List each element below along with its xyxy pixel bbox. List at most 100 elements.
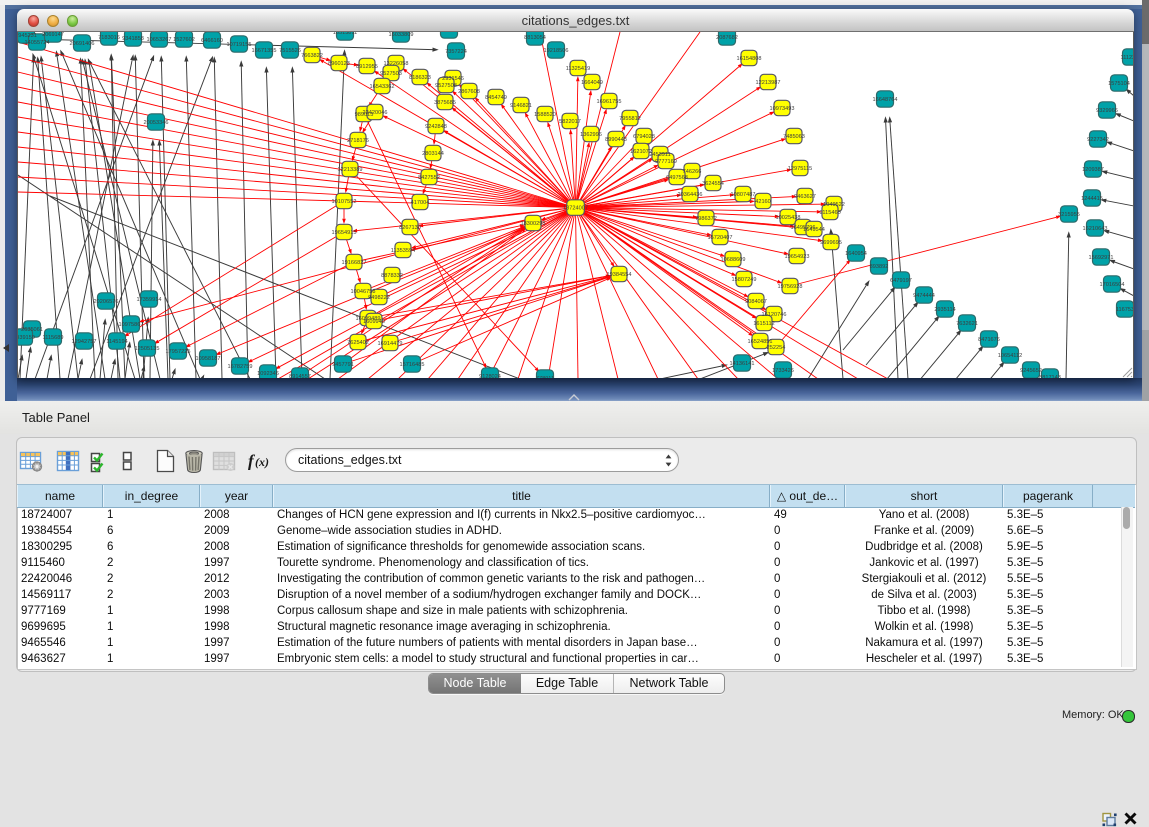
svg-text:19654915: 19654915 [332,230,357,236]
svg-text:20691406: 20691406 [70,41,95,47]
svg-text:1362996: 1362996 [580,132,602,138]
svg-text:893892: 893892 [870,264,889,270]
svg-text:15692971: 15692971 [1089,255,1114,261]
svg-text:16648764: 16648764 [873,97,898,103]
svg-text:12213389: 12213389 [338,167,363,173]
svg-text:1733426: 1733426 [772,368,794,374]
svg-text:17016504: 17016504 [1100,282,1125,288]
svg-text:2867608: 2867608 [458,89,480,95]
svg-text:8267130: 8267130 [399,225,421,231]
svg-text:16543362: 16543362 [370,84,395,90]
svg-text:8427552: 8427552 [418,175,440,181]
svg-text:2069147: 2069147 [42,32,64,38]
svg-text:20364436: 20364436 [678,192,703,198]
svg-text:1939159: 1939159 [18,335,35,341]
svg-text:22420046: 22420046 [363,110,388,116]
svg-text:8945231: 8945231 [18,33,37,39]
svg-text:15807249: 15807249 [732,277,757,283]
svg-text:1244415: 1244415 [1081,196,1103,202]
svg-text:3624554: 3624554 [702,181,724,187]
svg-text:9242848: 9242848 [425,124,447,130]
svg-text:6466160: 6466160 [201,38,223,44]
svg-text:1649544: 1649544 [803,227,825,233]
svg-text:9341858: 9341858 [122,36,144,42]
svg-text:9115460: 9115460 [819,210,840,216]
svg-text:1615112: 1615112 [753,321,774,327]
svg-text:16120746: 16120746 [762,312,787,318]
svg-text:2931546: 2931546 [442,76,464,82]
svg-text:19654923: 19654923 [785,254,810,260]
svg-text:1609948: 1609948 [363,319,385,325]
svg-text:16513811: 16513811 [333,32,357,36]
svg-text:9474444: 9474444 [913,293,935,299]
svg-text:9463627: 9463627 [794,194,816,200]
svg-text:12942757: 12942757 [72,339,97,345]
svg-text:9527508: 9527508 [435,83,457,89]
svg-text:9128024: 9128024 [479,374,501,378]
svg-text:18300295: 18300295 [521,221,546,227]
svg-text:5822017: 5822017 [559,119,581,125]
svg-text:12213987: 12213987 [756,80,781,86]
svg-text:2935114: 2935114 [934,307,955,313]
svg-text:9227342: 9227342 [1087,137,1109,143]
svg-text:16154808: 16154808 [737,56,762,62]
svg-text:9527503: 9527503 [380,71,402,77]
svg-text:10653267: 10653267 [147,37,172,43]
svg-text:7625402: 7625402 [347,340,369,346]
svg-text:6479197: 6479197 [890,278,912,284]
svg-text:10975867: 10975867 [119,322,144,328]
svg-text:19756928: 19756928 [778,284,803,290]
svg-text:20206576: 20206576 [94,299,119,305]
svg-text:10688609: 10688609 [721,257,746,263]
svg-text:19166827: 19166827 [342,260,367,266]
svg-text:15720407: 15720407 [708,235,733,241]
svg-text:7183016: 7183016 [98,35,120,41]
svg-text:11325419: 11325419 [566,66,590,72]
svg-text:3875685: 3875685 [434,100,456,106]
svg-text:7663822: 7663822 [301,53,323,59]
svg-text:10025438: 10025438 [776,215,801,221]
svg-text:9245652: 9245652 [1020,368,1042,374]
svg-text:10958187: 10958187 [196,356,221,362]
svg-text:1092346: 1092346 [257,371,279,377]
svg-text:8960123: 8960123 [328,61,350,67]
svg-text:8813054: 8813054 [524,35,546,41]
svg-text:8990443: 8990443 [605,137,627,143]
svg-text:15716485: 15716485 [400,362,425,368]
svg-text:1209387: 1209387 [1082,167,1104,173]
svg-text:19218506: 19218506 [544,48,569,54]
svg-text:10107552: 10107552 [332,199,357,205]
svg-text:1049522: 1049522 [823,202,845,208]
svg-text:9498222: 9498222 [368,295,390,301]
svg-text:16782759: 16782759 [228,364,253,370]
svg-text:12975115: 12975115 [788,166,812,172]
svg-text:1145194: 1145194 [106,339,127,345]
svg-text:17957225: 17957225 [166,349,191,355]
svg-text:16961755: 16961755 [597,99,622,105]
svg-text:16914479: 16914479 [378,341,403,347]
svg-text:7955812: 7955812 [619,116,641,122]
svg-text:252254: 252254 [767,345,786,351]
svg-text:9699695: 9699695 [820,240,842,246]
svg-text:42160: 42160 [755,199,771,205]
svg-text:2718176: 2718176 [347,138,369,144]
svg-text:20053346: 20053346 [144,120,169,126]
svg-text:6497568: 6497568 [666,175,688,181]
svg-text:19384554: 19384554 [607,272,632,278]
svg-text:7357224: 7357224 [445,49,467,55]
svg-text:8186323: 8186323 [409,75,431,81]
svg-text:18724007: 18724007 [563,205,588,211]
svg-text:11353594: 11353594 [391,248,415,254]
svg-text:14136141: 14136141 [730,361,755,367]
svg-text:8454749: 8454749 [485,95,507,101]
svg-text:7485063: 7485063 [783,134,805,140]
svg-text:10973493: 10973493 [770,106,795,112]
svg-text:16210643: 16210643 [1083,226,1108,232]
svg-text:1588520: 1588520 [534,112,556,118]
svg-text:778911: 778911 [536,376,554,378]
svg-text:8471676: 8471676 [978,337,1000,343]
svg-text:1527602: 1527602 [173,37,195,43]
svg-text:9084067: 9084067 [745,299,767,305]
svg-text:2635061: 2635061 [21,327,43,333]
svg-text:1115689: 1115689 [43,335,64,341]
